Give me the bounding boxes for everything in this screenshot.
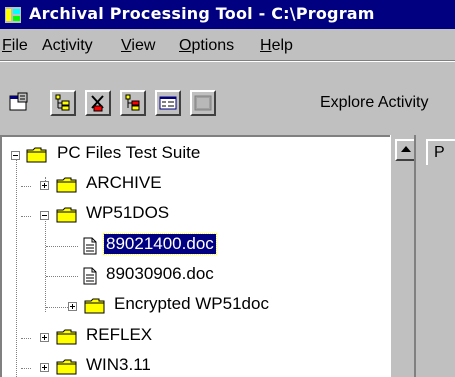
expand-toggle[interactable] [68, 302, 77, 311]
tool-button[interactable] [85, 90, 111, 116]
menu-file-mnemonic: F [2, 37, 12, 54]
collapse-toggle[interactable] [11, 151, 20, 160]
folder-tree-icon [55, 94, 70, 111]
folder-icon [56, 329, 77, 345]
tree-connector [21, 368, 31, 369]
form-icon [159, 96, 177, 110]
menu-help[interactable]: Help [260, 37, 293, 55]
tree-connector [46, 246, 78, 247]
folder-icon [84, 298, 105, 314]
expand-toggle[interactable] [40, 181, 49, 190]
menu-activity[interactable]: Activity [42, 37, 93, 55]
tree-connector [46, 307, 68, 308]
properties-icon [9, 92, 28, 111]
tree-connector [21, 186, 31, 187]
properties-button[interactable] [6, 90, 32, 116]
menu-bar: File Activity View Options Help [0, 29, 455, 61]
tree-node-89030906-doc[interactable]: 89030906.doc [104, 264, 216, 284]
tree-node-archive[interactable]: ARCHIVE [84, 173, 164, 193]
folder-icon [56, 177, 77, 193]
expand-toggle[interactable] [40, 363, 49, 372]
tree-connector [45, 217, 46, 312]
tree-connector [21, 216, 31, 217]
tree-node-win3-11[interactable]: WIN3.11 [84, 355, 153, 375]
menu-view[interactable]: View [121, 37, 155, 55]
collapse-toggle[interactable] [40, 211, 49, 220]
title-bar[interactable]: Archival Processing Tool - C:\Program [0, 0, 455, 29]
folder-icon [26, 147, 47, 163]
select-tree-icon [125, 94, 140, 111]
menu-activity-mnemonic: t [60, 37, 66, 54]
app-icon [5, 7, 21, 23]
toolbar: Explore Activity [0, 61, 455, 122]
tree-node-wp51dos[interactable]: WP51DOS [84, 203, 171, 223]
tree-node-encrypted-wp51doc[interactable]: Encrypted WP51doc [112, 294, 271, 314]
menu-view-mnemonic: V [121, 37, 132, 54]
select-tree-button[interactable] [120, 90, 146, 116]
menu-options-mnemonic: O [179, 37, 192, 54]
menu-file[interactable]: File [2, 37, 28, 55]
menu-options[interactable]: Options [179, 37, 234, 55]
tree-node-reflex[interactable]: REFLEX [84, 325, 154, 345]
tree-node-89021400-doc[interactable]: 89021400.doc [103, 233, 217, 255]
window-title: Archival Processing Tool - C:\Program [29, 4, 375, 23]
expand-toggle[interactable] [40, 333, 49, 342]
tree-connector [21, 338, 31, 339]
document-icon [83, 237, 97, 255]
detail-tab[interactable]: P [426, 139, 455, 165]
tree-view[interactable]: PC Files Test Suite ARCHIVE WP51DOS 8902… [0, 135, 390, 377]
form-button[interactable] [155, 90, 181, 116]
tree-node-pc-files-test-suite[interactable]: PC Files Test Suite [55, 143, 202, 163]
tool-icon [91, 95, 104, 112]
folder-icon [56, 207, 77, 223]
tree-connector [46, 276, 78, 277]
disabled-button[interactable] [190, 90, 216, 116]
folder-icon [56, 359, 77, 375]
folder-tree-button[interactable] [50, 90, 76, 116]
disabled-icon [194, 95, 212, 111]
menu-help-mnemonic: H [260, 37, 272, 54]
tree-scrollbar[interactable] [390, 135, 417, 377]
tree-connector [16, 159, 17, 377]
explore-activity-label[interactable]: Explore Activity [320, 94, 428, 112]
detail-pane: P [414, 135, 455, 377]
document-icon [83, 267, 97, 285]
